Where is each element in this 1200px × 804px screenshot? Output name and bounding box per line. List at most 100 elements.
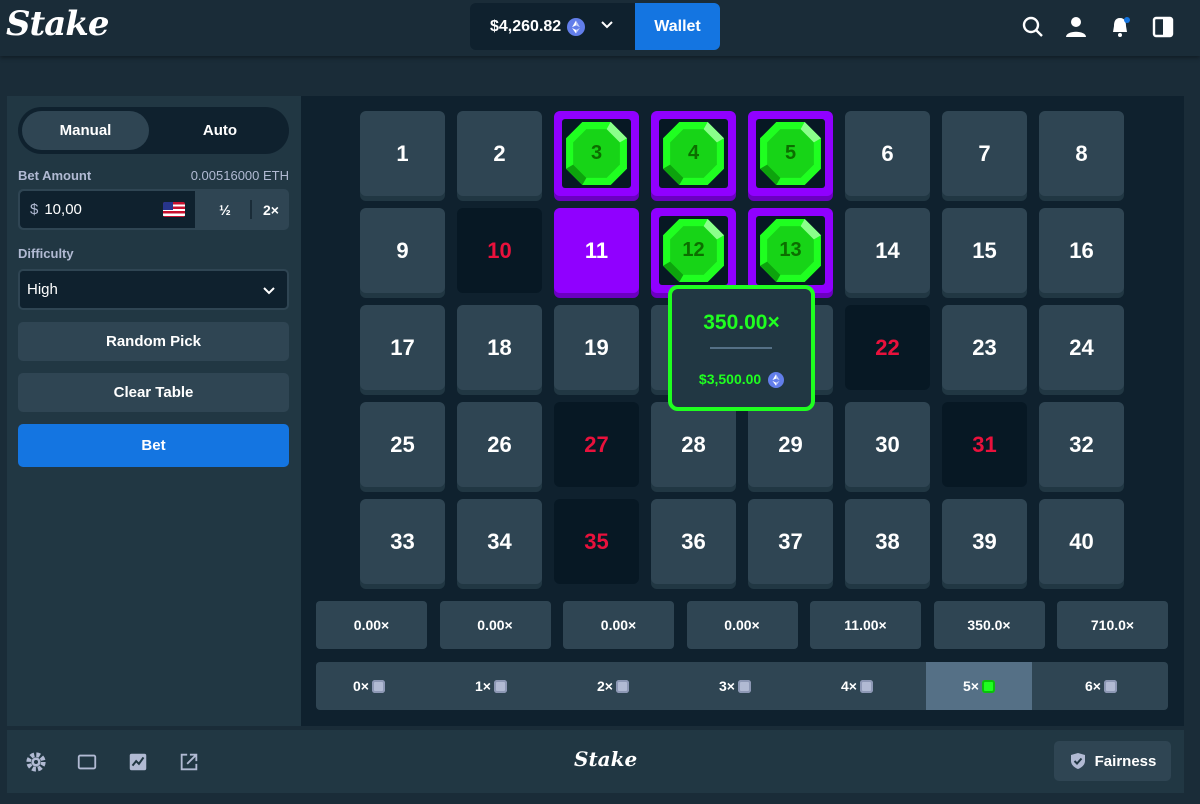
payout-popup: 350.00× $3,500.00 bbox=[668, 285, 815, 411]
tile-number: 11 bbox=[584, 237, 609, 263]
currency-symbol: $ bbox=[30, 201, 39, 218]
hit-count-label: 3× bbox=[719, 678, 735, 694]
keno-tile-26[interactable]: 26 bbox=[457, 402, 542, 487]
keno-tile-35[interactable]: 35 bbox=[554, 499, 639, 584]
divider bbox=[250, 200, 252, 219]
wallet-button[interactable]: Wallet bbox=[635, 3, 720, 50]
keno-tile-5[interactable]: 5 bbox=[748, 111, 833, 196]
payout-multiplier-cell: 0.00× bbox=[316, 601, 427, 649]
keno-tile-27[interactable]: 27 bbox=[554, 402, 639, 487]
tile-number: 4 bbox=[687, 142, 700, 164]
keno-tile-4[interactable]: 4 bbox=[651, 111, 736, 196]
tile-number: 23 bbox=[972, 334, 997, 360]
keno-tile-38[interactable]: 38 bbox=[845, 499, 930, 584]
keno-tile-18[interactable]: 18 bbox=[457, 305, 542, 390]
keno-tile-7[interactable]: 7 bbox=[942, 111, 1027, 196]
keno-tile-16[interactable]: 16 bbox=[1039, 208, 1124, 293]
bet-button[interactable]: Bet bbox=[18, 424, 289, 467]
keno-tile-3[interactable]: 3 bbox=[554, 111, 639, 196]
bet-amount-crypto: 0.00516000 ETH bbox=[190, 168, 289, 183]
keno-tile-39[interactable]: 39 bbox=[942, 499, 1027, 584]
keno-tile-36[interactable]: 36 bbox=[651, 499, 736, 584]
settings-icon[interactable] bbox=[25, 751, 47, 773]
tile-number: 29 bbox=[778, 431, 803, 457]
half-bet-button[interactable]: ½ bbox=[203, 189, 247, 230]
tab-auto[interactable]: Auto bbox=[155, 111, 285, 150]
keno-tile-13[interactable]: 13 bbox=[748, 208, 833, 293]
tile-number: 37 bbox=[778, 528, 803, 554]
notifications-icon[interactable] bbox=[1108, 15, 1132, 39]
tile-number: 39 bbox=[972, 528, 997, 554]
tile-number: 10 bbox=[487, 237, 512, 263]
chevron-down-icon bbox=[601, 21, 613, 29]
keno-tile-15[interactable]: 15 bbox=[942, 208, 1027, 293]
search-icon[interactable] bbox=[1021, 15, 1045, 39]
payout-amount-value: $3,500.00 bbox=[698, 371, 762, 387]
keno-tile-1[interactable]: 1 bbox=[360, 111, 445, 196]
keno-tile-32[interactable]: 32 bbox=[1039, 402, 1124, 487]
keno-tile-19[interactable]: 19 bbox=[554, 305, 639, 390]
fairness-button[interactable]: Fairness bbox=[1054, 741, 1171, 781]
tile-number: 12 bbox=[682, 239, 705, 261]
bet-amount-group: $ 10,00 ½ 2× bbox=[18, 189, 289, 230]
keno-tile-14[interactable]: 14 bbox=[845, 208, 930, 293]
clear-table-button[interactable]: Clear Table bbox=[18, 373, 289, 412]
keno-tile-23[interactable]: 23 bbox=[942, 305, 1027, 390]
theatre-mode-icon[interactable] bbox=[76, 751, 98, 773]
hit-count-label: 2× bbox=[597, 678, 613, 694]
tile-number: 38 bbox=[875, 528, 900, 554]
game-footer: Stake Fairness bbox=[7, 730, 1184, 793]
keno-tile-6[interactable]: 6 bbox=[845, 111, 930, 196]
hit-count-cell: 5× bbox=[926, 662, 1032, 710]
difficulty-select[interactable]: High bbox=[18, 269, 289, 310]
tile-number: 3 bbox=[590, 142, 603, 164]
bet-amount-input[interactable]: $ 10,00 bbox=[20, 191, 195, 228]
keno-tile-8[interactable]: 8 bbox=[1039, 111, 1124, 196]
random-pick-button[interactable]: Random Pick bbox=[18, 322, 289, 361]
tab-manual[interactable]: Manual bbox=[22, 111, 149, 150]
difficulty-value: High bbox=[27, 281, 58, 298]
payout-multiplier-cell: 710.0× bbox=[1057, 601, 1168, 649]
gem-icon bbox=[737, 679, 751, 693]
tile-number: 6 bbox=[881, 140, 894, 166]
user-icon[interactable] bbox=[1064, 15, 1088, 39]
tile-number: 27 bbox=[584, 431, 609, 457]
payout-multiplier-cell: 0.00× bbox=[439, 601, 551, 649]
sidebar-toggle-icon[interactable] bbox=[1151, 15, 1175, 39]
mode-toggle: Manual Auto bbox=[18, 107, 289, 154]
tile-number: 32 bbox=[1069, 431, 1094, 457]
keno-tile-24[interactable]: 24 bbox=[1039, 305, 1124, 390]
hit-count-label: 0× bbox=[353, 678, 369, 694]
keno-tile-9[interactable]: 9 bbox=[360, 208, 445, 293]
live-stats-icon[interactable] bbox=[127, 751, 149, 773]
keno-tile-25[interactable]: 25 bbox=[360, 402, 445, 487]
balance-amount: $4,260.82 bbox=[490, 17, 562, 35]
hit-count-cell: 2× bbox=[560, 662, 666, 710]
tile-number: 36 bbox=[681, 528, 706, 554]
stake-logo[interactable]: Stake bbox=[6, 4, 109, 44]
keno-tile-11[interactable]: 11 bbox=[554, 208, 639, 293]
keno-tile-10[interactable]: 10 bbox=[457, 208, 542, 293]
keno-tile-22[interactable]: 22 bbox=[845, 305, 930, 390]
keno-tile-17[interactable]: 17 bbox=[360, 305, 445, 390]
keno-tile-2[interactable]: 2 bbox=[457, 111, 542, 196]
balance-selector[interactable]: $4,260.82 bbox=[470, 3, 635, 50]
keno-tile-34[interactable]: 34 bbox=[457, 499, 542, 584]
tile-number: 19 bbox=[584, 334, 609, 360]
popout-icon[interactable] bbox=[178, 751, 200, 773]
payout-multiplier-cell: 11.00× bbox=[810, 601, 921, 649]
keno-tile-28[interactable]: 28 bbox=[651, 402, 736, 487]
tile-number: 30 bbox=[875, 431, 900, 457]
tile-number: 9 bbox=[396, 237, 409, 263]
keno-tile-40[interactable]: 40 bbox=[1039, 499, 1124, 584]
tile-number: 8 bbox=[1075, 140, 1088, 166]
keno-tile-33[interactable]: 33 bbox=[360, 499, 445, 584]
keno-tile-31[interactable]: 31 bbox=[942, 402, 1027, 487]
keno-tile-12[interactable]: 12 bbox=[651, 208, 736, 293]
us-flag-icon[interactable] bbox=[163, 202, 185, 217]
tile-number: 31 bbox=[972, 431, 997, 457]
keno-tile-30[interactable]: 30 bbox=[845, 402, 930, 487]
keno-tile-37[interactable]: 37 bbox=[748, 499, 833, 584]
double-bet-button[interactable]: 2× bbox=[253, 189, 289, 230]
keno-tile-29[interactable]: 29 bbox=[748, 402, 833, 487]
